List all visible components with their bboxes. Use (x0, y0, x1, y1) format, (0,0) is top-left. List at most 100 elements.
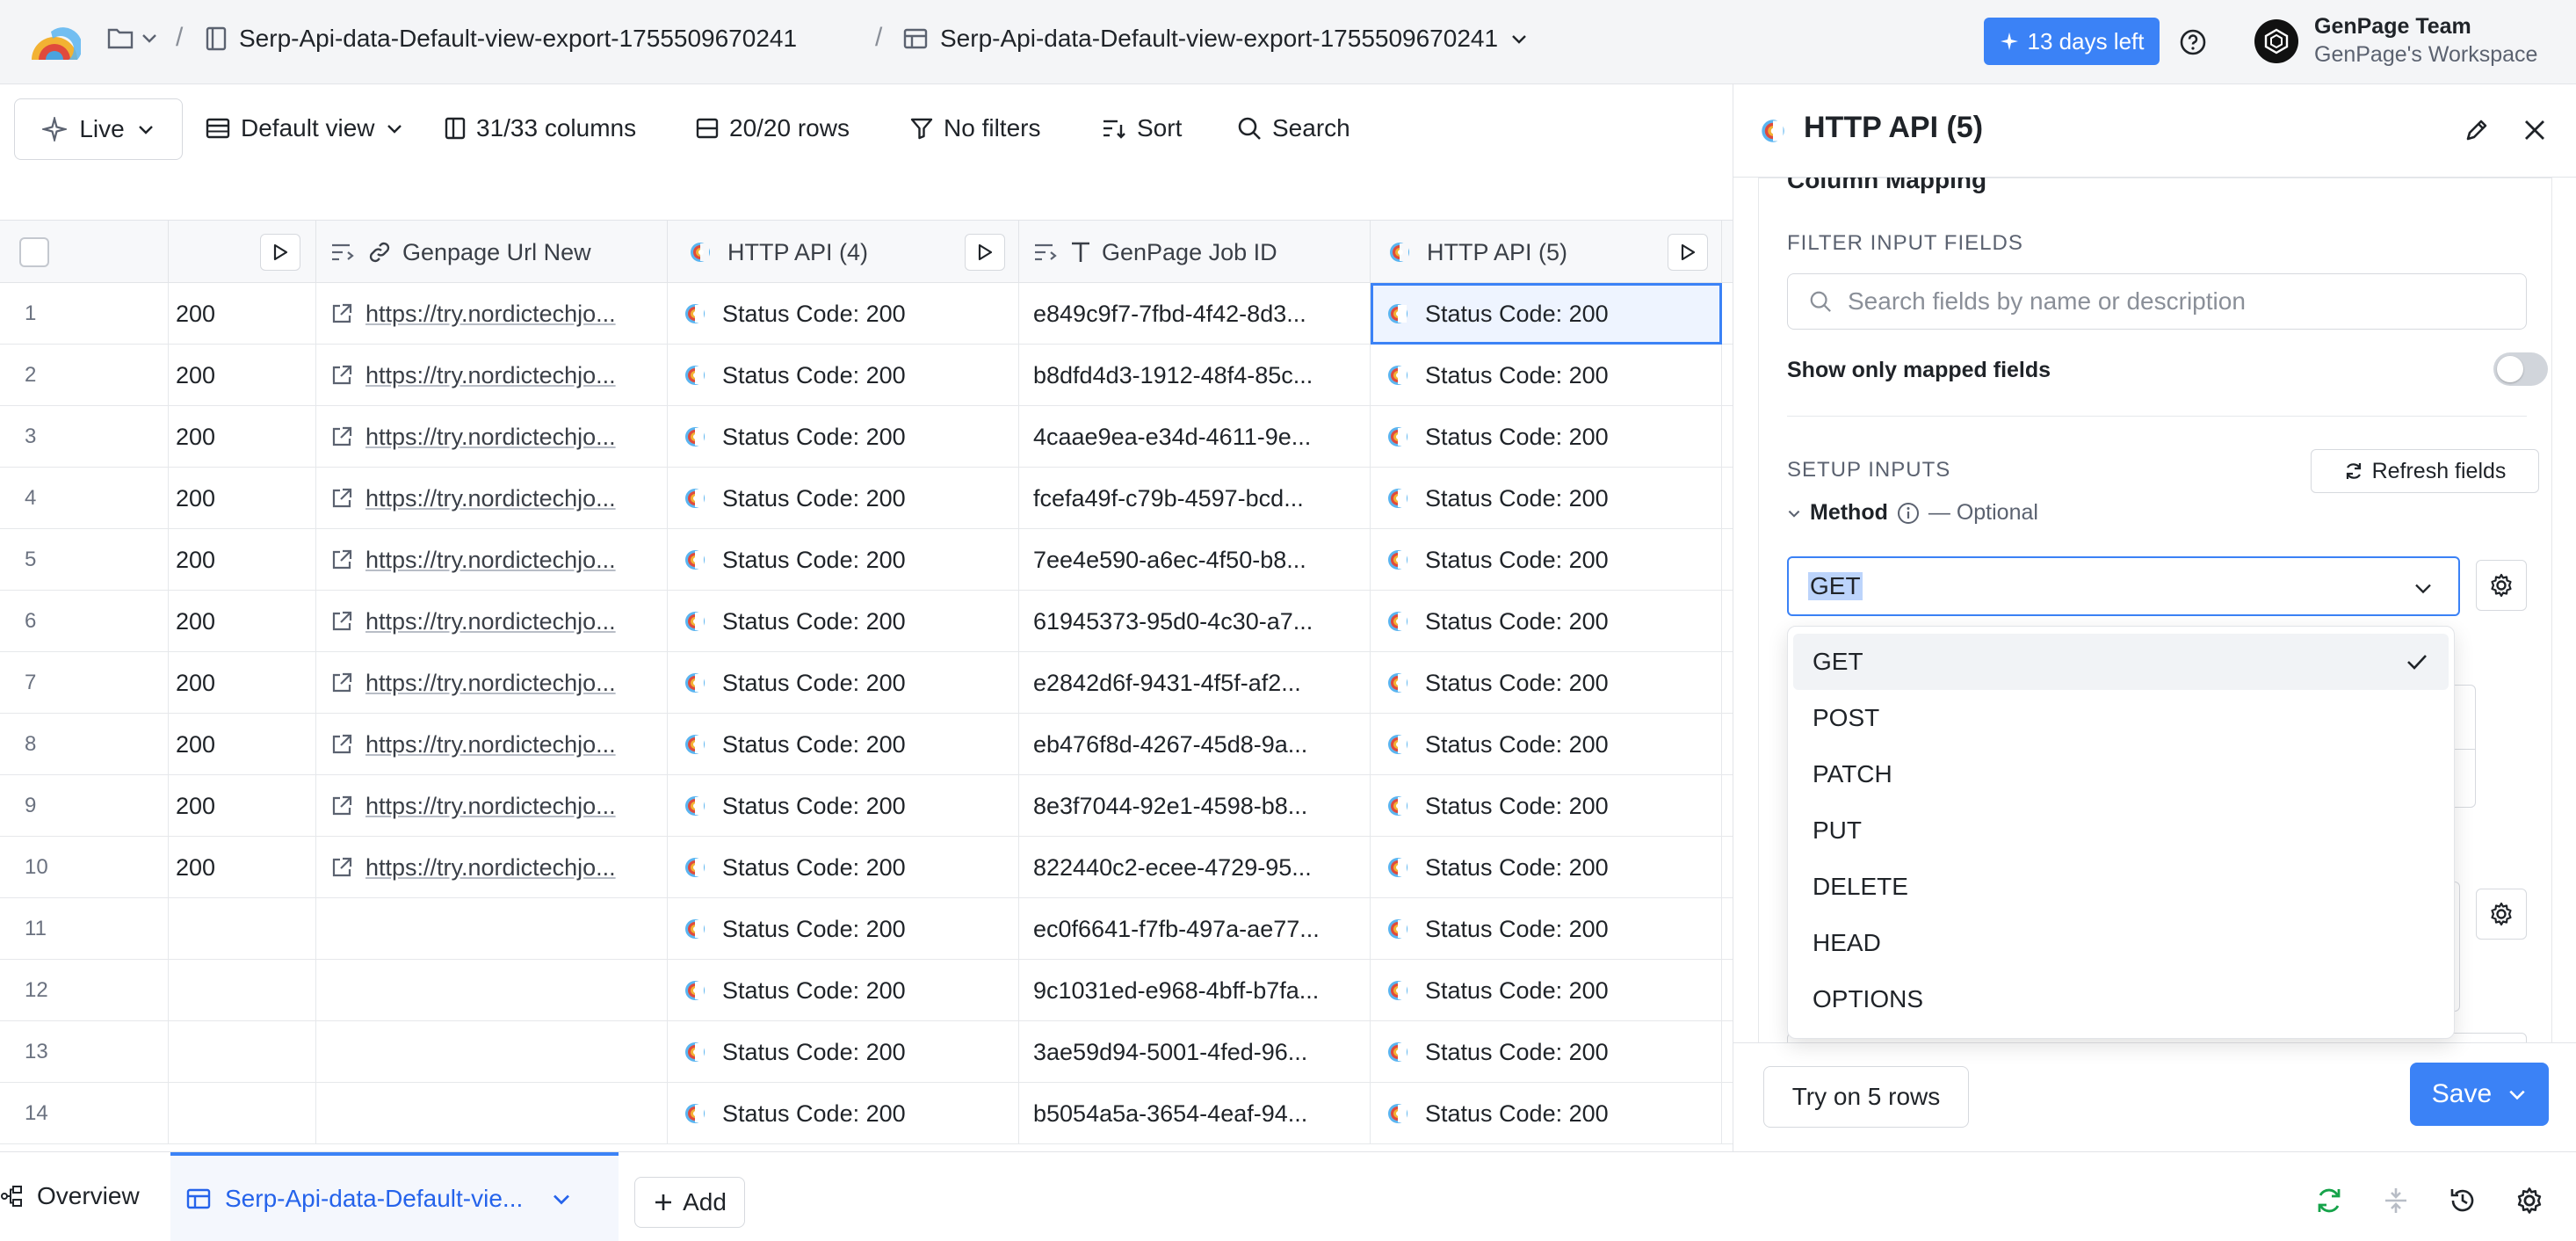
genpage-job-id-cell[interactable]: 8e3f7044-92e1-4598-b8... (1019, 775, 1371, 837)
chevron-down-icon[interactable] (2507, 1087, 2527, 1101)
genpage-job-id-cell[interactable]: b8dfd4d3-1912-48f4-85c... (1019, 345, 1371, 406)
filters-button[interactable]: No filters (910, 114, 1040, 142)
http-api-5-cell[interactable]: Status Code: 200 (1371, 1021, 1722, 1083)
status-code-cell[interactable] (169, 960, 316, 1021)
row-number[interactable]: 6 (0, 591, 169, 652)
body-settings-button[interactable] (2476, 889, 2527, 940)
row-number[interactable]: 2 (0, 345, 169, 406)
genpage-url-cell[interactable]: https://try.nordictechjo... (316, 283, 668, 345)
genpage-url-cell[interactable]: https://try.nordictechjo... (316, 529, 668, 591)
genpage-url-link[interactable]: https://try.nordictechjo... (365, 608, 616, 635)
http-api-5-cell[interactable]: Status Code: 200 (1371, 898, 1722, 960)
row-number[interactable]: 13 (0, 1021, 169, 1083)
breadcrumb-doc[interactable]: Serp-Api-data-Default-view-export-175550… (206, 25, 797, 53)
genpage-url-link[interactable]: https://try.nordictechjo... (365, 301, 616, 328)
run-column-button[interactable] (1668, 234, 1708, 271)
column-header-http-api-4[interactable]: HTTP API (4) (668, 221, 1019, 284)
genpage-job-id-cell[interactable]: e849c9f7-7fbd-4f42-8d3... (1019, 283, 1371, 345)
http-api-4-cell[interactable]: Status Code: 200 (668, 283, 1019, 345)
genpage-job-id-cell[interactable]: 4caae9ea-e34d-4611-9e... (1019, 406, 1371, 468)
row-number[interactable]: 1 (0, 283, 169, 345)
method-option-patch[interactable]: PATCH (1793, 746, 2449, 802)
genpage-url-link[interactable]: https://try.nordictechjo... (365, 547, 616, 574)
show-mapped-toggle[interactable] (2493, 352, 2548, 386)
genpage-job-id-cell[interactable]: 61945373-95d0-4c30-a7... (1019, 591, 1371, 652)
genpage-url-cell[interactable] (316, 1021, 668, 1083)
status-code-cell[interactable]: 200 (169, 775, 316, 837)
edit-pencil-icon[interactable] (2463, 116, 2491, 144)
genpage-url-cell[interactable]: https://try.nordictechjo... (316, 468, 668, 529)
chevron-down-icon[interactable] (551, 1192, 572, 1206)
http-api-5-cell[interactable]: Status Code: 200 (1371, 406, 1722, 468)
http-api-5-cell[interactable]: Status Code: 200 (1371, 960, 1722, 1021)
http-api-5-cell[interactable]: Status Code: 200 (1371, 714, 1722, 775)
genpage-job-id-cell[interactable]: 3ae59d94-5001-4fed-96... (1019, 1021, 1371, 1083)
status-code-cell[interactable]: 200 (169, 529, 316, 591)
status-code-cell[interactable]: 200 (169, 591, 316, 652)
row-number[interactable]: 11 (0, 898, 169, 960)
method-option-delete[interactable]: DELETE (1793, 859, 2449, 915)
refresh-fields-button[interactable]: Refresh fields (2311, 449, 2539, 493)
select-all-checkbox[interactable] (19, 237, 49, 267)
external-link-icon[interactable] (330, 487, 353, 510)
http-api-5-cell[interactable]: Status Code: 200 (1371, 1083, 1722, 1144)
row-number[interactable]: 14 (0, 1083, 169, 1144)
genpage-url-cell[interactable]: https://try.nordictechjo... (316, 775, 668, 837)
genpage-url-cell[interactable]: https://try.nordictechjo... (316, 837, 668, 898)
field-search-input[interactable]: Search fields by name or description (1787, 273, 2527, 330)
method-settings-button[interactable] (2476, 560, 2527, 611)
http-api-4-cell[interactable]: Status Code: 200 (668, 714, 1019, 775)
external-link-icon[interactable] (330, 733, 353, 756)
genpage-url-cell[interactable]: https://try.nordictechjo... (316, 652, 668, 714)
row-number[interactable]: 9 (0, 775, 169, 837)
status-code-cell[interactable] (169, 1083, 316, 1144)
breadcrumb-table[interactable]: Serp-Api-data-Default-view-export-175550… (903, 25, 1528, 53)
method-option-post[interactable]: POST (1793, 690, 2449, 746)
view-selector[interactable]: Default view (206, 114, 403, 142)
http-api-4-cell[interactable]: Status Code: 200 (668, 837, 1019, 898)
try-on-rows-button[interactable]: Try on 5 rows (1763, 1066, 1969, 1128)
method-option-head[interactable]: HEAD (1793, 915, 2449, 971)
genpage-url-link[interactable]: https://try.nordictechjo... (365, 670, 616, 697)
columns-button[interactable]: 31/33 columns (445, 114, 636, 142)
info-icon[interactable] (1897, 502, 1920, 525)
row-number[interactable]: 4 (0, 468, 169, 529)
http-api-5-cell[interactable]: Status Code: 200 (1371, 652, 1722, 714)
genpage-url-link[interactable]: https://try.nordictechjo... (365, 793, 616, 820)
genpage-url-link[interactable]: https://try.nordictechjo... (365, 485, 616, 512)
sort-button[interactable]: Sort (1102, 114, 1182, 142)
trial-badge-button[interactable]: 13 days left (1984, 18, 2160, 65)
http-api-4-cell[interactable]: Status Code: 200 (668, 960, 1019, 1021)
help-icon[interactable] (2179, 28, 2207, 56)
external-link-icon[interactable] (330, 548, 353, 571)
http-api-5-cell[interactable]: Status Code: 200 (1371, 468, 1722, 529)
genpage-url-link[interactable]: https://try.nordictechjo... (365, 362, 616, 389)
genpage-job-id-cell[interactable]: ec0f6641-f7fb-497a-ae77... (1019, 898, 1371, 960)
http-api-4-cell[interactable]: Status Code: 200 (668, 652, 1019, 714)
workspace-avatar[interactable] (2254, 19, 2298, 63)
column-header-genpage-job-id[interactable]: GenPage Job ID (1019, 221, 1371, 284)
http-api-4-cell[interactable]: Status Code: 200 (668, 406, 1019, 468)
http-api-4-cell[interactable]: Status Code: 200 (668, 468, 1019, 529)
live-mode-button[interactable]: Live (14, 98, 183, 160)
external-link-icon[interactable] (330, 610, 353, 633)
column-header-code[interactable] (169, 221, 316, 284)
genpage-job-id-cell[interactable]: 7ee4e590-a6ec-4f50-b8... (1019, 529, 1371, 591)
sheet-tab-active[interactable]: Serp-Api-data-Default-vie... (170, 1152, 619, 1241)
status-code-cell[interactable]: 200 (169, 837, 316, 898)
workspace-name[interactable]: GenPage Team (2314, 14, 2471, 40)
http-api-4-cell[interactable]: Status Code: 200 (668, 898, 1019, 960)
external-link-icon[interactable] (330, 364, 353, 387)
overview-tab[interactable]: Overview (0, 1182, 140, 1210)
status-code-cell[interactable] (169, 1021, 316, 1083)
http-api-5-cell[interactable]: Status Code: 200 (1371, 837, 1722, 898)
history-icon[interactable] (2448, 1186, 2478, 1216)
status-code-cell[interactable]: 200 (169, 652, 316, 714)
http-api-5-cell[interactable]: Status Code: 200 (1371, 775, 1722, 837)
genpage-job-id-cell[interactable]: eb476f8d-4267-45d8-9a... (1019, 714, 1371, 775)
genpage-url-cell[interactable] (316, 898, 668, 960)
genpage-url-cell[interactable]: https://try.nordictechjo... (316, 714, 668, 775)
genpage-url-cell[interactable]: https://try.nordictechjo... (316, 591, 668, 652)
http-api-5-cell[interactable]: Status Code: 200 (1371, 529, 1722, 591)
row-number[interactable]: 5 (0, 529, 169, 591)
